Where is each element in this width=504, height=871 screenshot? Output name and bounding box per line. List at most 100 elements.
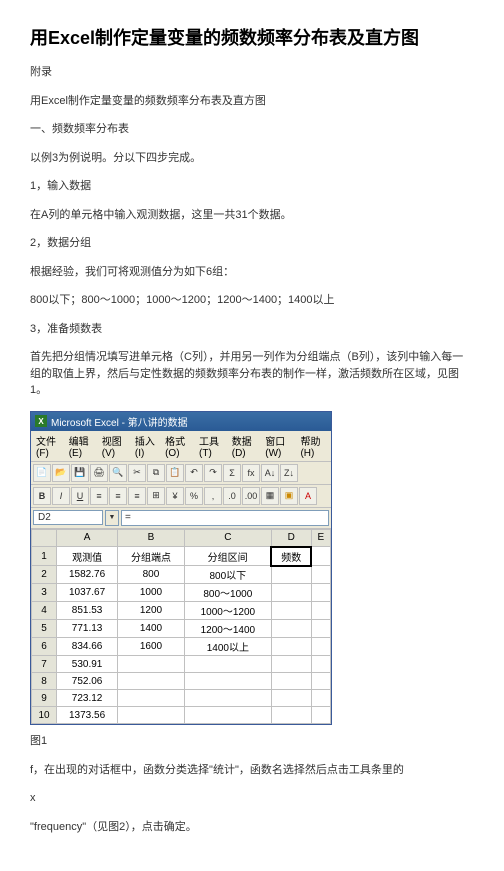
- cut-button[interactable]: ✂: [128, 464, 146, 482]
- print-button[interactable]: 🖨: [90, 464, 108, 482]
- col-C[interactable]: C: [184, 529, 271, 547]
- cell[interactable]: 1373.56: [57, 707, 118, 724]
- cell[interactable]: 1037.67: [57, 584, 118, 602]
- cell[interactable]: [271, 690, 311, 707]
- sum-button[interactable]: Σ: [223, 464, 241, 482]
- row-10[interactable]: 10: [32, 707, 57, 724]
- cell[interactable]: 851.53: [57, 602, 118, 620]
- cell[interactable]: 771.13: [57, 620, 118, 638]
- col-B[interactable]: B: [118, 529, 185, 547]
- align-left-button[interactable]: ≡: [90, 487, 108, 505]
- menu-format[interactable]: 格式(O): [162, 432, 194, 460]
- menu-edit[interactable]: 编辑(E): [66, 432, 97, 460]
- align-center-button[interactable]: ≡: [109, 487, 127, 505]
- col-D[interactable]: D: [271, 529, 311, 547]
- cell[interactable]: [311, 690, 330, 707]
- cell[interactable]: [184, 673, 271, 690]
- cell[interactable]: 800以下: [184, 566, 271, 584]
- fill-color-button[interactable]: ▣: [280, 487, 298, 505]
- cell[interactable]: [311, 584, 330, 602]
- cell[interactable]: [311, 707, 330, 724]
- menu-tools[interactable]: 工具(T): [196, 432, 227, 460]
- name-box[interactable]: D2: [33, 510, 103, 525]
- cell[interactable]: [184, 707, 271, 724]
- cell[interactable]: 1000～1200: [184, 602, 271, 620]
- cell[interactable]: [271, 638, 311, 656]
- cell-D2[interactable]: [271, 566, 311, 584]
- cell[interactable]: [271, 602, 311, 620]
- row-1[interactable]: 1: [32, 547, 57, 566]
- cell[interactable]: 1600: [118, 638, 185, 656]
- undo-button[interactable]: ↶: [185, 464, 203, 482]
- menu-view[interactable]: 视图(V): [99, 432, 130, 460]
- row-4[interactable]: 4: [32, 602, 57, 620]
- borders-button[interactable]: ▦: [261, 487, 279, 505]
- cell[interactable]: 800～1000: [184, 584, 271, 602]
- cell[interactable]: [118, 707, 185, 724]
- cell[interactable]: 分组区间: [184, 547, 271, 566]
- cell[interactable]: [271, 673, 311, 690]
- save-button[interactable]: 💾: [71, 464, 89, 482]
- preview-button[interactable]: 🔍: [109, 464, 127, 482]
- cell[interactable]: 1400: [118, 620, 185, 638]
- cell[interactable]: [271, 656, 311, 673]
- cell[interactable]: 1582.76: [57, 566, 118, 584]
- row-3[interactable]: 3: [32, 584, 57, 602]
- menu-data[interactable]: 数据(D): [229, 432, 261, 460]
- align-right-button[interactable]: ≡: [128, 487, 146, 505]
- copy-button[interactable]: ⧉: [147, 464, 165, 482]
- row-6[interactable]: 6: [32, 638, 57, 656]
- cell[interactable]: 530.91: [57, 656, 118, 673]
- cell[interactable]: 752.06: [57, 673, 118, 690]
- row-8[interactable]: 8: [32, 673, 57, 690]
- row-5[interactable]: 5: [32, 620, 57, 638]
- fx-button[interactable]: fx: [242, 464, 260, 482]
- corner-cell[interactable]: [32, 529, 57, 547]
- underline-button[interactable]: U: [71, 487, 89, 505]
- row-7[interactable]: 7: [32, 656, 57, 673]
- redo-button[interactable]: ↷: [204, 464, 222, 482]
- currency-button[interactable]: ¥: [166, 487, 184, 505]
- bold-button[interactable]: B: [33, 487, 51, 505]
- comma-button[interactable]: ,: [204, 487, 222, 505]
- col-A[interactable]: A: [57, 529, 118, 547]
- cell[interactable]: [118, 673, 185, 690]
- paste-button[interactable]: 📋: [166, 464, 184, 482]
- cell[interactable]: [311, 673, 330, 690]
- cell[interactable]: 观测值: [57, 547, 118, 566]
- cell[interactable]: 1200: [118, 602, 185, 620]
- merge-button[interactable]: ⊞: [147, 487, 165, 505]
- cell[interactable]: [271, 620, 311, 638]
- cell[interactable]: 频数: [271, 547, 311, 566]
- cell[interactable]: [184, 690, 271, 707]
- menu-help[interactable]: 帮助(H): [297, 432, 329, 460]
- cell[interactable]: [271, 707, 311, 724]
- cell[interactable]: [311, 547, 330, 566]
- italic-button[interactable]: I: [52, 487, 70, 505]
- cell[interactable]: [184, 656, 271, 673]
- name-box-dropdown[interactable]: ▼: [105, 510, 119, 526]
- cell[interactable]: [311, 620, 330, 638]
- row-2[interactable]: 2: [32, 566, 57, 584]
- cell[interactable]: 分组端点: [118, 547, 185, 566]
- cell[interactable]: [271, 584, 311, 602]
- cell[interactable]: 834.66: [57, 638, 118, 656]
- new-button[interactable]: 📄: [33, 464, 51, 482]
- menu-window[interactable]: 窗口(W): [262, 432, 295, 460]
- cell[interactable]: [311, 638, 330, 656]
- row-9[interactable]: 9: [32, 690, 57, 707]
- sort-desc-button[interactable]: Z↓: [280, 464, 298, 482]
- cell[interactable]: 800: [118, 566, 185, 584]
- percent-button[interactable]: %: [185, 487, 203, 505]
- dec-decimal-button[interactable]: .00: [242, 487, 260, 505]
- cell[interactable]: 1200～1400: [184, 620, 271, 638]
- cell[interactable]: [118, 690, 185, 707]
- menu-insert[interactable]: 插入(I): [132, 432, 160, 460]
- formula-bar[interactable]: =: [121, 510, 329, 526]
- cell[interactable]: [311, 602, 330, 620]
- cell[interactable]: 1000: [118, 584, 185, 602]
- col-E[interactable]: E: [311, 529, 330, 547]
- menu-file[interactable]: 文件(F): [33, 432, 64, 460]
- open-button[interactable]: 📂: [52, 464, 70, 482]
- cell[interactable]: 1400以上: [184, 638, 271, 656]
